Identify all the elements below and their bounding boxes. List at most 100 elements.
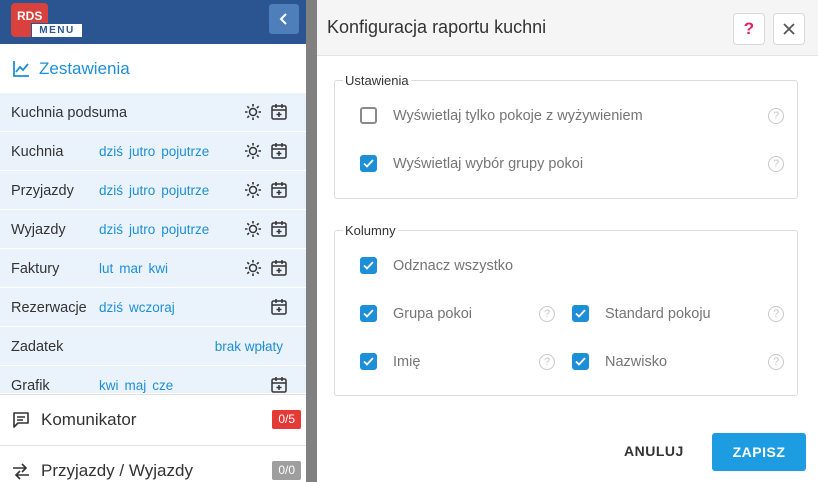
quick-link[interactable]: dziś bbox=[99, 144, 123, 159]
quick-link[interactable]: lut bbox=[99, 261, 113, 276]
message-icon bbox=[13, 411, 29, 428]
calendar-add-icon[interactable] bbox=[270, 220, 288, 238]
close-icon bbox=[783, 23, 795, 35]
status-badge: 0/0 bbox=[272, 461, 301, 480]
gear-icon[interactable] bbox=[244, 142, 262, 160]
calendar-add-icon[interactable] bbox=[270, 142, 288, 160]
report-row: Wyjazdy dziś jutro pojutrze bbox=[0, 210, 306, 249]
calendar-add-icon[interactable] bbox=[270, 103, 288, 121]
nav-label: Komunikator bbox=[41, 409, 137, 429]
report-row: Przyjazdy dziś jutro pojutrze bbox=[0, 171, 306, 210]
calendar-add-icon[interactable] bbox=[270, 298, 288, 316]
quick-link[interactable]: kwi bbox=[149, 261, 169, 276]
gear-icon[interactable] bbox=[244, 220, 262, 238]
cancel-button[interactable]: ANULUJ bbox=[624, 443, 684, 459]
column-last-name[interactable]: Nazwisko bbox=[572, 353, 667, 370]
checkbox[interactable] bbox=[360, 305, 377, 322]
quick-link[interactable]: dziś bbox=[99, 183, 123, 198]
quick-link[interactable]: maj bbox=[125, 378, 147, 393]
report-list: Kuchnia podsuma Kuchnia dziś jutro pojutrze P… bbox=[0, 93, 306, 393]
gear-icon[interactable] bbox=[244, 181, 262, 199]
arrows-icon bbox=[13, 462, 29, 480]
option-label: Standard pokoju bbox=[605, 305, 711, 322]
section-header-zestawienia[interactable]: Zestawienia bbox=[0, 44, 318, 93]
dialog-title: Konfiguracja raportu kuchni bbox=[327, 17, 547, 37]
section-title: Zestawienia bbox=[39, 58, 130, 78]
report-name[interactable]: Faktury bbox=[11, 261, 59, 277]
menu-label[interactable]: MENU bbox=[31, 23, 83, 38]
help-icon[interactable]: ? bbox=[768, 108, 784, 124]
option-label: Wyświetlaj tylko pokoje z wyżywieniem bbox=[393, 107, 643, 124]
report-name[interactable]: Zadatek bbox=[11, 339, 63, 355]
status-badge: 0/5 bbox=[272, 410, 301, 429]
calendar-add-icon[interactable] bbox=[270, 259, 288, 277]
quick-links: lut mar kwi bbox=[99, 261, 174, 276]
close-button[interactable] bbox=[773, 13, 805, 45]
report-row: Zadatek brak wpłaty bbox=[0, 327, 306, 366]
checkbox[interactable] bbox=[572, 305, 589, 322]
report-name[interactable]: Rezerwacje bbox=[11, 300, 87, 316]
option-label: Wyświetlaj wybór grupy pokoi bbox=[393, 155, 584, 172]
help-icon[interactable]: ? bbox=[768, 306, 784, 322]
report-row: Kuchnia podsuma bbox=[0, 93, 306, 132]
save-button[interactable]: ZAPISZ bbox=[712, 433, 806, 471]
gear-icon[interactable] bbox=[244, 103, 262, 121]
quick-link[interactable]: pojutrze bbox=[161, 144, 209, 159]
collapse-sidebar-button[interactable] bbox=[269, 4, 299, 34]
checkbox[interactable] bbox=[360, 107, 377, 124]
quick-link[interactable]: jutro bbox=[129, 144, 155, 159]
report-row: Grafik kwi maj cze bbox=[0, 366, 306, 393]
checkbox[interactable] bbox=[572, 353, 589, 370]
help-button[interactable]: ? bbox=[733, 13, 765, 45]
option-room-group-selection[interactable]: Wyświetlaj wybór grupy pokoi bbox=[360, 155, 583, 172]
column-first-name[interactable]: Imię bbox=[360, 353, 420, 370]
checkbox[interactable] bbox=[360, 155, 377, 172]
option-label: Grupa pokoi bbox=[393, 305, 472, 322]
calendar-add-icon[interactable] bbox=[270, 181, 288, 199]
help-icon[interactable]: ? bbox=[539, 354, 555, 370]
help-icon[interactable]: ? bbox=[539, 306, 555, 322]
quick-link[interactable]: pojutrze bbox=[161, 222, 209, 237]
settings-group: Ustawienia bbox=[334, 73, 798, 199]
column-room-group[interactable]: Grupa pokoi bbox=[360, 305, 472, 322]
quick-link[interactable]: dziś bbox=[99, 222, 123, 237]
help-icon[interactable]: ? bbox=[768, 354, 784, 370]
report-row: Rezerwacje dziś wczoraj bbox=[0, 288, 306, 327]
nav-przyjazdy-wyjazdy[interactable]: Przyjazdy / Wyjazdy 0/0 bbox=[0, 445, 318, 482]
gear-icon[interactable] bbox=[244, 259, 262, 277]
quick-link[interactable]: wczoraj bbox=[129, 300, 175, 315]
dialog-header: Konfiguracja raportu kuchni ? bbox=[317, 0, 818, 56]
quick-link[interactable]: jutro bbox=[129, 183, 155, 198]
quick-link[interactable]: mar bbox=[119, 261, 142, 276]
option-only-rooms-with-meals[interactable]: Wyświetlaj tylko pokoje z wyżywieniem bbox=[360, 107, 643, 124]
columns-legend: Kolumny bbox=[345, 223, 396, 238]
quick-link[interactable]: brak wpłaty bbox=[215, 339, 283, 354]
option-label: Nazwisko bbox=[605, 353, 668, 370]
report-name[interactable]: Wyjazdy bbox=[11, 222, 66, 238]
report-name[interactable]: Kuchnia podsuma bbox=[11, 105, 127, 121]
quick-link[interactable]: pojutrze bbox=[161, 183, 209, 198]
calendar-add-icon[interactable] bbox=[270, 376, 288, 393]
nav-komunikator[interactable]: Komunikator 0/5 bbox=[0, 394, 318, 444]
column-room-standard[interactable]: Standard pokoju bbox=[572, 305, 711, 322]
checkbox[interactable] bbox=[360, 353, 377, 370]
help-icon[interactable]: ? bbox=[768, 156, 784, 172]
report-name[interactable]: Grafik bbox=[11, 378, 50, 393]
report-name[interactable]: Kuchnia bbox=[11, 144, 63, 160]
quick-link[interactable]: kwi bbox=[99, 378, 119, 393]
checkbox[interactable] bbox=[360, 257, 377, 274]
chart-icon bbox=[13, 60, 29, 77]
quick-links: dziś jutro pojutrze bbox=[99, 222, 215, 237]
select-all-toggle[interactable]: Odznacz wszystko bbox=[360, 257, 513, 274]
quick-link[interactable]: dziś bbox=[99, 300, 123, 315]
option-label: Imię bbox=[393, 353, 421, 370]
quick-links: dziś wczoraj bbox=[99, 300, 181, 315]
top-bar: RDS MENU bbox=[0, 0, 318, 44]
report-name[interactable]: Przyjazdy bbox=[11, 183, 74, 199]
quick-links: dziś jutro pojutrze bbox=[99, 144, 215, 159]
quick-link[interactable]: cze bbox=[152, 378, 173, 393]
report-row: Faktury lut mar kwi bbox=[0, 249, 306, 288]
sidebar: RDS MENU Zestawienia Kuchnia podsuma Kuch… bbox=[0, 0, 318, 482]
nav-label: Przyjazdy / Wyjazdy bbox=[41, 460, 193, 480]
quick-link[interactable]: jutro bbox=[129, 222, 155, 237]
